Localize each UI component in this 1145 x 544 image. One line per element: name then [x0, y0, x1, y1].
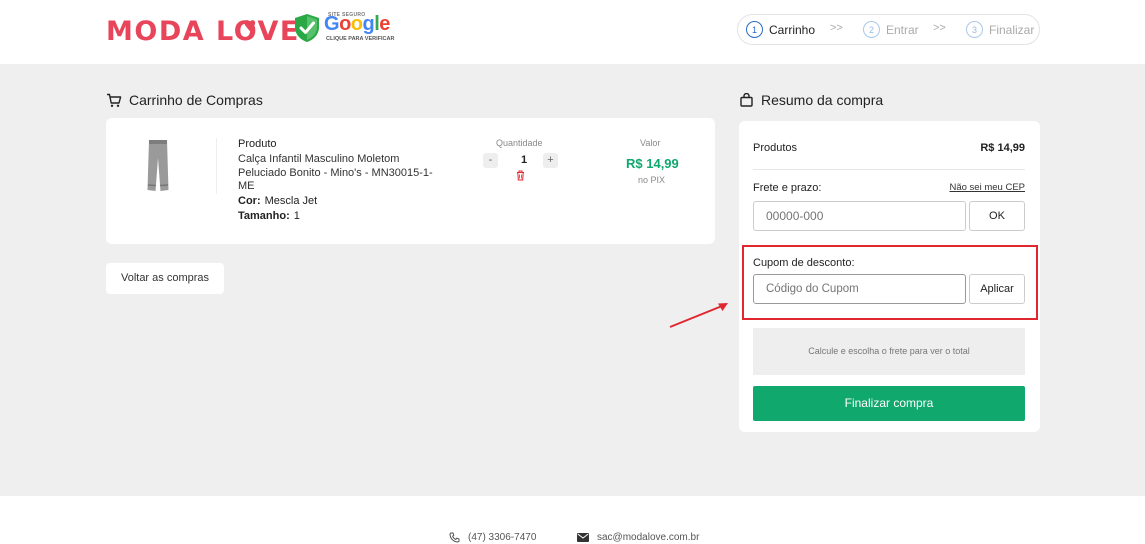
cep-input[interactable]	[753, 201, 966, 231]
coupon-code-input[interactable]	[753, 274, 966, 304]
step-cart: 1 Carrinho	[746, 21, 815, 38]
products-total: R$ 14,99	[980, 142, 1025, 154]
shopping-bag-icon	[740, 93, 753, 107]
step-label: Entrar	[886, 22, 919, 37]
step-separator-icon: >>	[830, 22, 843, 34]
checkout-steps: 1 Carrinho >> 2 Entrar >> 3 Finalizar	[737, 14, 1040, 45]
red-arrow-annotation	[669, 303, 728, 328]
footer-email[interactable]: sac@modalove.com.br	[577, 532, 699, 543]
cart-title: Carrinho de Compras	[129, 92, 263, 108]
cart-heading: Carrinho de Compras	[106, 92, 263, 108]
quantity-value: 1	[520, 154, 528, 166]
product-size: Tamanho: 1	[238, 210, 300, 222]
size-label: Tamanho:	[238, 210, 290, 222]
step-number: 2	[863, 21, 880, 38]
site-footer: (47) 3306-7470 sac@modalove.com.br	[0, 496, 1145, 544]
trash-icon[interactable]	[516, 170, 525, 181]
quantity-increase-button[interactable]: +	[543, 153, 558, 168]
product-label: Produto	[238, 138, 277, 150]
back-to-shopping-button[interactable]: Voltar as compras	[106, 263, 224, 294]
footer-phone[interactable]: (47) 3306-7470	[449, 532, 536, 543]
product-color: Cor: Mescla Jet	[238, 195, 317, 207]
item-price: R$ 14,99	[626, 156, 679, 171]
quantity-decrease-button[interactable]: -	[483, 153, 498, 168]
google-wordmark: Google	[324, 13, 390, 35]
shield-check-icon	[295, 14, 319, 42]
step-finish: 3 Finalizar	[966, 21, 1034, 38]
color-label: Cor:	[238, 195, 261, 207]
apply-coupon-button[interactable]: Aplicar	[969, 274, 1025, 304]
step-separator-icon: >>	[933, 22, 946, 34]
cart-item-card: Produto Calça Infantil Masculino Moletom…	[106, 118, 715, 244]
phone-number: (47) 3306-7470	[468, 532, 537, 543]
product-thumbnail[interactable]	[146, 138, 170, 194]
product-name[interactable]: Calça Infantil Masculino Moletom Pelucia…	[238, 153, 433, 194]
envelope-icon	[577, 533, 589, 542]
site-header: MODA LOVE ♥ SITE SEGURO Google CLIQUE PA…	[0, 0, 1145, 64]
moda-love-logo[interactable]: MODA LOVE ♥	[106, 14, 300, 50]
summary-title: Resumo da compra	[761, 92, 884, 108]
divider	[753, 169, 1025, 170]
value-label: Valor	[640, 138, 661, 148]
step-login: 2 Entrar	[863, 21, 919, 38]
step-number: 3	[966, 21, 983, 38]
dont-know-cep-link[interactable]: Não sei meu CEP	[949, 182, 1025, 193]
step-label: Carrinho	[769, 22, 816, 37]
total-hint: Calcule e escolha o frete para ver o tot…	[753, 328, 1025, 375]
shipping-label: Frete e prazo:	[753, 182, 822, 194]
phone-icon	[449, 532, 460, 543]
color-value: Mescla Jet	[264, 195, 318, 207]
google-safe-site-seal[interactable]: SITE SEGURO Google CLIQUE PARA VERIFICAR	[293, 12, 395, 46]
logo-text: MODA LOVE	[106, 16, 300, 47]
step-label: Finalizar	[989, 22, 1035, 37]
order-summary-card: Produtos R$ 14,99 Frete e prazo: Não sei…	[739, 121, 1040, 432]
shopping-cart-icon	[107, 93, 122, 107]
heart-icon: ♥	[243, 17, 258, 35]
summary-heading: Resumo da compra	[740, 92, 883, 108]
finish-purchase-button[interactable]: Finalizar compra	[753, 386, 1025, 421]
pix-label: no PIX	[638, 175, 666, 185]
divider	[216, 138, 217, 194]
products-label: Produtos	[753, 142, 798, 154]
cep-ok-button[interactable]: OK	[969, 201, 1025, 231]
email-address: sac@modalove.com.br	[597, 532, 700, 543]
size-value: 1	[293, 210, 300, 222]
coupon-label: Cupom de desconto:	[753, 257, 855, 269]
step-number: 1	[746, 21, 763, 38]
products-row: Produtos R$ 14,99	[753, 142, 1025, 154]
quantity-label: Quantidade	[496, 138, 543, 148]
seal-bottom-text: CLIQUE PARA VERIFICAR	[326, 36, 395, 42]
